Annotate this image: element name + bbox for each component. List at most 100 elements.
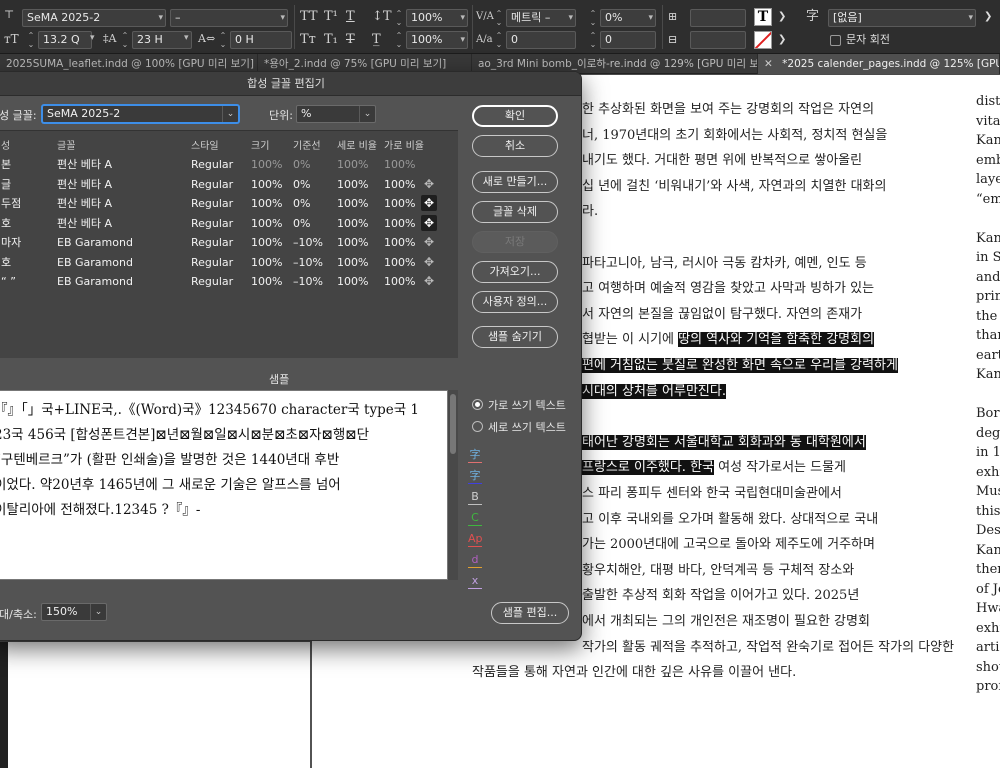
table-cell-size: 100% [251, 236, 283, 249]
font-style-select[interactable]: – ▾ [170, 9, 288, 27]
kerning-select[interactable]: 메트릭 – ▾ [506, 9, 576, 27]
table-cell-font: 편산 베타 A [57, 177, 112, 191]
vertical-scale-field[interactable]: 100% ▾ [406, 9, 468, 27]
kerning-stepper[interactable]: ⌃ ⌄ [494, 9, 504, 27]
table-row[interactable]: 마자 EB Garamond Regular 100% –10% 100% 100% ✥ [0, 233, 458, 252]
underline-icon[interactable]: T [346, 8, 355, 26]
sample-scrollbar[interactable] [448, 390, 458, 580]
horizontal-scale-field[interactable]: 100% ▾ [406, 31, 468, 49]
char-rotate-checkbox[interactable] [830, 35, 841, 46]
tab-document-active[interactable]: ✕ *2025 calender_pages.indd @ 125% [GPU … [758, 54, 1000, 74]
grid-icon: ⊟ [668, 33, 678, 46]
chevron-right-icon[interactable]: ❯ [984, 8, 992, 26]
edit-sample-button[interactable]: 샘플 편집... [491, 602, 569, 624]
font-size-field[interactable]: 13.2 Q [38, 31, 92, 49]
import-button[interactable]: 가져오기... [472, 261, 558, 283]
leading-field[interactable]: 23 H [132, 31, 192, 49]
aki-field[interactable] [690, 9, 746, 27]
text-fill-icon[interactable]: T [754, 8, 772, 26]
column-header: 성 [1, 141, 11, 152]
english-text-line: this [976, 503, 1000, 519]
move-icon[interactable]: ✥ [421, 176, 437, 192]
table-row[interactable]: 글 편산 베타 A Regular 100% 0% 100% 100% ✥ [0, 175, 458, 194]
table-row[interactable]: 본 편산 베타 A Regular 100% 0% 100% 100% [0, 155, 458, 174]
strikethrough-icon[interactable]: T [346, 31, 355, 49]
english-text-line: exhi [976, 620, 1000, 636]
font-family-select[interactable]: SeMA 2025-2 ▾ [22, 9, 166, 27]
tab-label: ao_3rd Mini bomb_이로하-re.indd @ 129% [GPU… [478, 58, 758, 70]
save-button[interactable]: 저장 [472, 231, 558, 253]
custom-button[interactable]: 사용자 정의... [472, 291, 558, 313]
subscript-icon[interactable]: T₁ [324, 31, 338, 49]
chevron-down-icon: ▾ [968, 13, 973, 23]
tsume-stepper[interactable]: ⌃ ⌄ [588, 9, 598, 27]
chevron-down-icon: ⌄ [222, 106, 238, 122]
tracking-field[interactable]: 0 H [230, 31, 292, 49]
horizontal-scale-stepper[interactable]: ⌃ ⌄ [394, 31, 404, 49]
vertical-text-radio[interactable] [472, 421, 483, 432]
font-size-stepper[interactable]: ⌃ ⌄ [26, 31, 36, 49]
close-icon[interactable]: ✕ [764, 58, 773, 70]
grid-field[interactable] [690, 31, 746, 49]
move-icon[interactable]: ✥ [421, 214, 437, 231]
text-run: 파타고니아, 남극, 러시아 극동 캄차카, 예멘, 인도 등 [582, 255, 867, 271]
text-run: 출발한 추상적 회화 작업을 이어가고 있다. 2025년 [582, 588, 860, 604]
sample-text-line: 『』「」국+LINE국,.《(Word)국》12345670 character… [0, 402, 420, 418]
composite-font-select[interactable]: SeMA 2025-2 ⌄ [42, 105, 239, 123]
english-text-line: prof [976, 679, 1000, 694]
baseline-shift-field[interactable]: 0 [506, 31, 576, 49]
tsume-field[interactable]: 0% ▾ [600, 9, 656, 27]
table-cell-set: 마자 [1, 236, 22, 249]
table-cell-set: 호 [1, 216, 12, 230]
table-row[interactable]: “ ” EB Garamond Regular 100% –10% 100% 100% ✥ [0, 272, 458, 291]
move-icon[interactable]: ✥ [421, 273, 437, 289]
text-run: 내기도 했다. 거대한 평면 위에 반복적으로 쌓아올린 [582, 153, 863, 169]
table-cell-vscale: 100% [337, 216, 369, 230]
new-button[interactable]: 새로 만들기... [472, 171, 558, 193]
skew-field[interactable]: 0 [600, 31, 656, 49]
table-cell-vscale: 100% [337, 255, 369, 269]
sample-text-line: 23국 456국 [합성폰트견본]⊠년⊠월⊠일⊠시⊠분⊠초⊠자⊠행⊠단 [0, 427, 370, 443]
tracking-stepper[interactable]: ⌃ ⌄ [218, 31, 228, 49]
zoom-select[interactable]: 150% ⌄ [41, 603, 107, 621]
chevron-down-icon: ▾ [460, 13, 465, 23]
delete-font-button[interactable]: 글꼴 삭제 [472, 201, 558, 223]
legend-glyph-icon: C [468, 511, 482, 526]
vertical-scale-stepper[interactable]: ⌃ ⌄ [394, 9, 404, 27]
composite-font-label: 성 글꼴: [0, 109, 37, 122]
table-row[interactable]: 호 편산 베타 A Regular 100% 0% 100% 100% ✥ [0, 214, 458, 233]
table-row[interactable]: 호 EB Garamond Regular 100% –10% 100% 100% ✥ [0, 253, 458, 272]
zoom-value: 150% [46, 605, 78, 618]
stroke-none-icon[interactable] [754, 31, 772, 49]
selected-text: 편에 거침없는 붓질로 완성한 화면 속으로 우리를 강력하게 [582, 358, 898, 373]
text-frame-icon[interactable]: ⊤ [4, 6, 14, 24]
table-row[interactable]: 두점 편산 베타 A Regular 100% 0% 100% 100% ✥ [0, 194, 458, 213]
superscript-icon[interactable]: T¹ [324, 8, 338, 26]
unit-select[interactable]: % ⌄ [296, 105, 376, 123]
english-text-line: emb [976, 152, 1000, 168]
hide-sample-button[interactable]: 샘플 숨기기 [472, 326, 558, 348]
horizontal-text-radio[interactable] [472, 399, 483, 410]
table-cell-set: 글 [1, 177, 12, 191]
skew-stepper[interactable]: ⌃ ⌄ [588, 31, 598, 49]
body-text-line: 고 여행하며 예술적 영감을 찾았고 사막과 빙하가 있는 [582, 280, 874, 298]
move-icon[interactable]: ✥ [421, 195, 437, 211]
all-caps-icon[interactable]: TT [300, 8, 318, 26]
baseline-shift-stepper[interactable]: ⌃ ⌄ [494, 31, 504, 49]
table-cell-font: EB Garamond [57, 275, 133, 288]
body-text-line: 라. [582, 203, 598, 221]
chevron-right-icon[interactable]: ❯ [778, 31, 786, 49]
body-text-line: 시대의 상처를 어루만진다. [582, 383, 726, 401]
cancel-button[interactable]: 취소 [472, 135, 558, 157]
scrollbar-thumb[interactable] [450, 394, 456, 454]
baseline-shift-value: 0 [511, 33, 518, 46]
move-icon[interactable]: ✥ [421, 234, 437, 250]
english-text-line: exhi [976, 464, 1000, 480]
small-caps-icon[interactable]: Tᴛ [300, 31, 316, 49]
char-style-select[interactable]: [없음] ▾ [828, 9, 976, 27]
leading-stepper[interactable]: ⌃ ⌄ [120, 31, 130, 49]
chevron-right-icon[interactable]: ❯ [778, 8, 786, 26]
ok-button[interactable]: 확인 [472, 105, 558, 127]
unit-label: 단위: [269, 109, 293, 122]
move-icon[interactable]: ✥ [421, 254, 437, 270]
